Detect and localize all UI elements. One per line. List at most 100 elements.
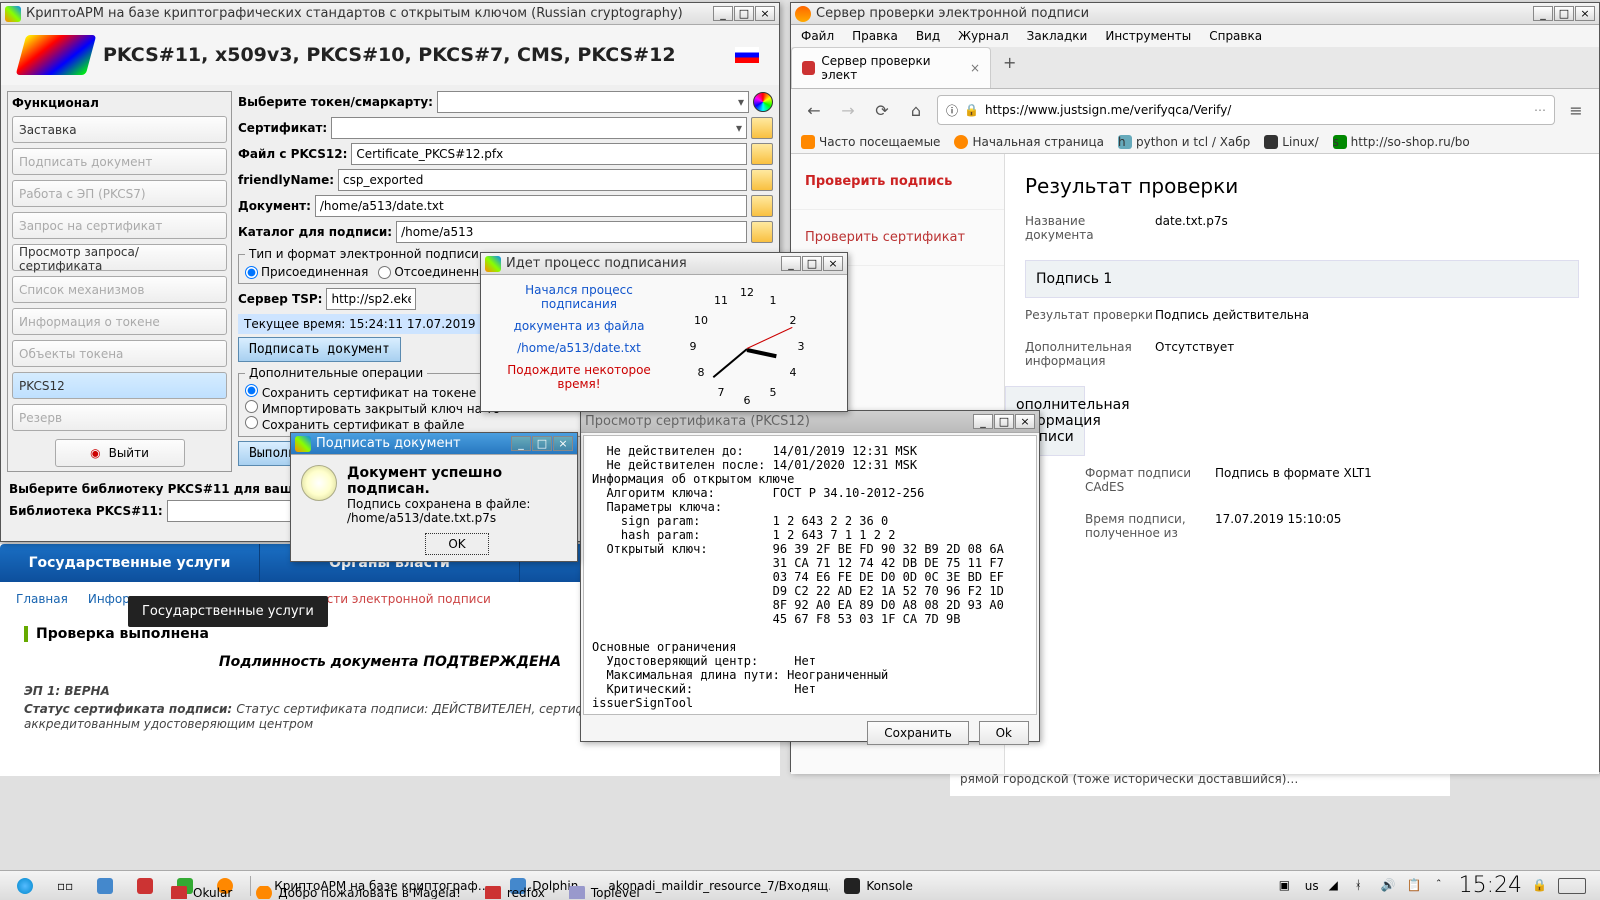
menu-file[interactable]: Файл [801,29,834,43]
menu-tools[interactable]: Инструменты [1105,29,1191,43]
dir-input[interactable] [396,221,747,243]
side-verify-sig[interactable]: Проверить подпись [791,154,1004,210]
func-certreq[interactable]: Запрос на сертификат [12,212,227,239]
tray-dropbox-icon[interactable]: ▣ [1279,878,1295,894]
menu-edit[interactable]: Правка [852,29,898,43]
info-icon[interactable]: ⓘ [946,102,958,119]
friendlyname-input[interactable] [338,169,747,191]
br-minimize[interactable]: _ [1533,6,1553,21]
sign-document-button[interactable]: Подписать документ [238,337,401,362]
gov-link-home[interactable]: Главная [16,592,68,606]
dir-browse-button[interactable] [751,221,773,243]
cert-ok-button[interactable]: Ok [979,721,1029,745]
tray-wifi-icon[interactable]: ◢ [1329,878,1345,894]
pager[interactable]: ▫▫ [46,874,84,898]
menu-view[interactable]: Вид [916,29,940,43]
prog-line3: /home/a513/date.txt [489,341,669,355]
start-button[interactable] [6,874,44,898]
radio-attached[interactable]: Присоединенная [245,265,368,279]
home-button[interactable]: ⌂ [903,97,929,123]
bm-soshop[interactable]: shttp://so-shop.ru/bo [1333,135,1470,149]
tray-clock[interactable]: 15:24 [1459,873,1522,898]
hamburger-icon[interactable]: ≡ [1563,97,1589,123]
dlg-max[interactable]: □ [532,436,552,451]
maximize-button[interactable]: □ [734,6,754,21]
doc-input[interactable] [315,195,747,217]
ep1-status: ЭП 1: ВЕРНА [24,684,110,698]
bm-habr[interactable]: hpython и tcl / Хабр [1118,135,1250,149]
func-reserve[interactable]: Резерв [12,404,227,431]
tray-clipboard-icon[interactable]: 📋 [1407,878,1423,894]
func-splash[interactable]: Заставка [12,116,227,143]
browser-tab[interactable]: Сервер проверки элект × [791,47,991,88]
br-close[interactable]: × [1575,6,1595,21]
task-mageia[interactable]: Добро пожаловать в Mageia! [245,885,472,900]
success-msg: Документ успешно подписан. [347,465,502,497]
task-okular[interactable]: Okular [160,885,243,900]
tray-chevron-icon[interactable]: ＾ [1433,878,1449,894]
tray-bt-icon[interactable]: ᚼ [1355,878,1371,894]
url-bar[interactable]: ⓘ 🔒 https://www.justsign.me/verifyqca/Ve… [937,95,1555,125]
addop-import-key[interactable]: Импортировать закрытый ключ на то [245,402,500,416]
addop-save-file[interactable]: Сохранить сертификат в файле [245,418,464,432]
cert-combobox[interactable] [331,117,747,139]
menu-bookmarks[interactable]: Закладки [1027,29,1088,43]
func-pkcs12[interactable]: PKCS12 [12,372,227,399]
forward-button[interactable]: → [835,97,861,123]
dlg-min[interactable]: _ [511,436,531,451]
tray-battery-icon[interactable] [1558,878,1586,894]
exit-button[interactable]: Выйти [55,439,185,467]
ru-flag-icon[interactable] [735,47,759,63]
func-tokenobj[interactable]: Объекты токена [12,340,227,367]
radio-detached[interactable]: Отсоединенная [378,265,493,279]
cert-text[interactable]: Не действителен до: 14/01/2019 12:31 MSK… [583,435,1037,715]
cert-save-button[interactable]: Сохранить [867,721,969,745]
task-toplevel[interactable]: Toplevel [558,885,651,900]
cv-max[interactable]: □ [994,414,1014,429]
launcher-2[interactable] [126,874,164,898]
tray-volume-icon[interactable]: 🔊 [1381,878,1397,894]
close-button[interactable]: × [755,6,775,21]
bm-startpage[interactable]: Начальная страница [954,135,1104,149]
cert-browse-button[interactable] [751,117,773,139]
addop-save-token[interactable]: Сохранить сертификат на токене [245,386,476,400]
menu-history[interactable]: Журнал [958,29,1009,43]
tsp-input[interactable] [326,288,416,310]
lib-input[interactable] [167,500,307,522]
pw-max[interactable]: □ [802,256,822,271]
bm-linux[interactable]: Linux/ [1264,135,1318,149]
pw-close[interactable]: × [823,256,843,271]
doc-browse-button[interactable] [751,195,773,217]
friendlyname-button[interactable] [751,169,773,191]
func-pkcs7[interactable]: Работа с ЭП (PKCS7) [12,180,227,207]
tab-close-icon[interactable]: × [970,61,980,75]
tray-lock-icon[interactable]: 🔒 [1532,878,1548,894]
gov-tab-services[interactable]: Государственные услуги [0,544,260,582]
func-tokeninfo[interactable]: Информация о токене [12,308,227,335]
br-maximize[interactable]: □ [1554,6,1574,21]
func-viewcert[interactable]: Просмотр запроса/сертификата [12,244,227,271]
cv-min[interactable]: _ [973,414,993,429]
cv-close[interactable]: × [1015,414,1035,429]
new-tab-button[interactable]: + [991,47,1028,88]
reload-button[interactable]: ⟳ [869,97,895,123]
task-redfox[interactable]: redfox [474,885,556,900]
func-mechanisms[interactable]: Список механизмов [12,276,227,303]
back-button[interactable]: ← [801,97,827,123]
minimize-button[interactable]: _ [713,6,733,21]
bm-frequent[interactable]: Часто посещаемые [801,135,940,149]
saved-path: /home/a513/date.txt.p7s [347,511,496,525]
func-sign[interactable]: Подписать документ [12,148,227,175]
dlg-close[interactable]: × [553,436,573,451]
pkcs12-browse-button[interactable] [751,143,773,165]
menu-help[interactable]: Справка [1209,29,1262,43]
more-icon[interactable]: ⋯ [1534,103,1546,117]
tray-lang[interactable]: us [1305,879,1319,893]
task-konsole[interactable]: Konsole [833,874,924,898]
color-wheel-icon[interactable] [753,92,773,112]
pkcs12file-input[interactable] [351,143,747,165]
ok-button[interactable]: OK [425,533,488,555]
token-combobox[interactable] [437,91,749,113]
pw-min[interactable]: _ [781,256,801,271]
launcher-1[interactable] [86,874,124,898]
